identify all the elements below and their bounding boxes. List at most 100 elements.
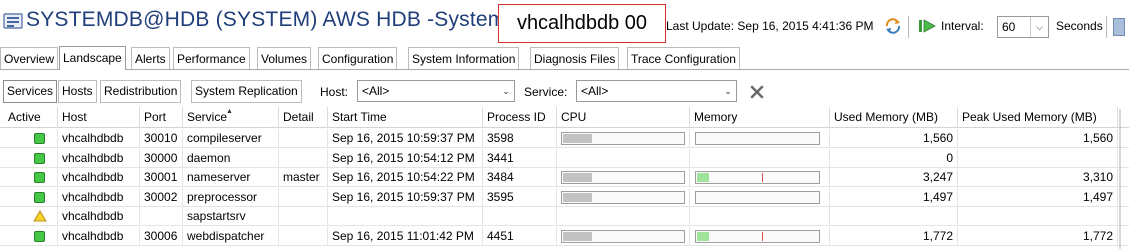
service-filter-label: Service: bbox=[524, 85, 568, 99]
table-row[interactable]: vhcalhdbdb 30010 compileserver Sep 16, 2015… bbox=[0, 129, 1129, 148]
table-row[interactable]: vhcalhdbdb 30001 nameserver master Sep 16, 2… bbox=[0, 168, 1129, 187]
memory-usage-fill bbox=[697, 173, 709, 182]
status-running-icon bbox=[34, 230, 45, 242]
cell-port: 30000 bbox=[140, 148, 183, 168]
cell-used-memory: 1,497 bbox=[830, 187, 958, 207]
chevron-down-icon[interactable]: ⌄ bbox=[720, 81, 736, 101]
memory-usage-bar bbox=[695, 171, 820, 184]
column-header-process-id[interactable]: Process ID bbox=[483, 107, 557, 128]
cell-host: vhcalhdbdb bbox=[58, 187, 140, 207]
tab-diagnosis-files[interactable]: Diagnosis Files bbox=[530, 47, 620, 69]
table-header: Active Host Port Service Detail Start Ti… bbox=[0, 107, 1129, 128]
cell-peak-used-memory: 1,560 bbox=[958, 129, 1118, 148]
cell-cpu bbox=[557, 168, 690, 187]
cell-active bbox=[0, 168, 58, 187]
tab-trace-configuration[interactable]: Trace Configuration bbox=[627, 47, 740, 69]
service-filter-value: <All> bbox=[581, 84, 609, 98]
cell-used-memory bbox=[830, 207, 958, 226]
system-title: SYSTEMDB@HDB (SYSTEM) AWS HDB -SystemDB bbox=[26, 8, 536, 31]
memory-usage-fill bbox=[697, 231, 709, 241]
cpu-usage-fill bbox=[563, 231, 592, 241]
cell-detail bbox=[279, 129, 328, 148]
cpu-usage-bar bbox=[561, 190, 685, 204]
interval-select[interactable]: 60 ⌵ bbox=[997, 16, 1049, 38]
last-update-label: Last Update: bbox=[666, 19, 735, 33]
seconds-label: Seconds bbox=[1056, 19, 1103, 33]
cell-process-id bbox=[483, 207, 557, 226]
column-header-active[interactable]: Active bbox=[0, 107, 58, 128]
cell-used-memory: 3,247 bbox=[830, 168, 958, 187]
cell-port: 30006 bbox=[140, 226, 183, 246]
editor-title-bar: SYSTEMDB@HDB (SYSTEM) AWS HDB -SystemDB … bbox=[0, 0, 1129, 43]
cell-process-id: 3441 bbox=[483, 148, 557, 168]
column-header-detail[interactable]: Detail bbox=[279, 107, 328, 128]
cell-cpu bbox=[557, 129, 690, 148]
toolbar-separator bbox=[1106, 16, 1107, 38]
cell-start-time: Sep 16, 2015 10:59:37 PM bbox=[328, 129, 483, 148]
tab-system-information[interactable]: System Information bbox=[408, 47, 520, 69]
refresh-icon[interactable] bbox=[884, 17, 902, 35]
cell-process-id: 3598 bbox=[483, 129, 557, 148]
tab-volumes[interactable]: Volumes bbox=[257, 47, 312, 69]
column-header-used-memory[interactable]: Used Memory (MB) bbox=[830, 107, 958, 128]
table-row[interactable]: vhcalhdbdb sapstartsrv bbox=[0, 207, 1129, 226]
column-header-host[interactable]: Host bbox=[58, 107, 140, 128]
tab-performance[interactable]: Performance bbox=[173, 47, 250, 69]
subtab-system-replication[interactable]: System Replication bbox=[191, 80, 302, 103]
cell-cpu bbox=[557, 207, 690, 226]
cell-host: vhcalhdbdb bbox=[58, 207, 140, 226]
memory-usage-bar bbox=[695, 229, 820, 243]
status-running-icon bbox=[34, 152, 45, 164]
cell-cpu bbox=[557, 226, 690, 246]
cell-process-id: 3595 bbox=[483, 187, 557, 207]
column-header-cpu[interactable]: CPU bbox=[557, 107, 690, 128]
panel-toggle-icon[interactable] bbox=[1113, 18, 1125, 36]
cell-peak-used-memory: 3,310 bbox=[958, 168, 1118, 187]
cell-start-time bbox=[328, 207, 483, 226]
close-x-icon[interactable] bbox=[749, 84, 765, 100]
cell-start-time: Sep 16, 2015 10:54:22 PM bbox=[328, 168, 483, 187]
subtab-redistribution[interactable]: Redistribution bbox=[100, 80, 182, 103]
tab-overview[interactable]: Overview bbox=[0, 47, 59, 69]
tab-configuration[interactable]: Configuration bbox=[318, 47, 398, 69]
cell-host: vhcalhdbdb bbox=[58, 129, 140, 148]
column-header-port[interactable]: Port bbox=[140, 107, 183, 128]
cell-active bbox=[0, 187, 58, 207]
vertical-scrollbar[interactable] bbox=[1118, 109, 1128, 249]
table-row[interactable]: vhcalhdbdb 30006 webdispatcher Sep 16, 2015… bbox=[0, 226, 1129, 246]
table-row[interactable]: vhcalhdbdb 30000 daemon Sep 16, 2015 10:54:… bbox=[0, 148, 1129, 168]
cell-host: vhcalhdbdb bbox=[58, 168, 140, 187]
sort-ascending-icon: ▲ bbox=[226, 108, 233, 115]
cell-start-time: Sep 16, 2015 10:54:12 PM bbox=[328, 148, 483, 168]
cell-start-time: Sep 16, 2015 11:01:42 PM bbox=[328, 226, 483, 246]
tab-landscape[interactable]: Landscape bbox=[59, 46, 126, 70]
chevron-down-icon[interactable]: ⌵ bbox=[1030, 17, 1048, 37]
cell-service: compileserver bbox=[183, 129, 279, 148]
cell-active bbox=[0, 226, 58, 246]
table-row[interactable]: vhcalhdbdb 30002 preprocessor Sep 16, 2015 … bbox=[0, 187, 1129, 207]
cell-memory bbox=[690, 129, 830, 148]
subtab-services[interactable]: Services bbox=[3, 80, 58, 103]
cell-detail bbox=[279, 187, 328, 207]
cell-used-memory: 1,560 bbox=[830, 129, 958, 148]
host-filter-select[interactable]: <All> ⌄ bbox=[357, 80, 515, 102]
play-icon[interactable] bbox=[918, 19, 936, 33]
column-header-memory[interactable]: Memory bbox=[690, 107, 830, 128]
cpu-usage-fill bbox=[563, 173, 592, 182]
tab-alerts[interactable]: Alerts bbox=[131, 47, 170, 69]
cell-start-time: Sep 16, 2015 10:59:37 PM bbox=[328, 187, 483, 207]
cpu-usage-fill bbox=[563, 134, 592, 143]
memory-peak-marker bbox=[762, 173, 763, 182]
cpu-usage-bar bbox=[561, 229, 685, 243]
column-header-start-time[interactable]: Start Time bbox=[328, 107, 483, 128]
cpu-usage-bar bbox=[561, 171, 685, 184]
cell-port: 30001 bbox=[140, 168, 183, 187]
chevron-down-icon[interactable]: ⌄ bbox=[498, 81, 514, 101]
column-header-peak-used-memory[interactable]: Peak Used Memory (MB) bbox=[958, 107, 1118, 128]
cell-port bbox=[140, 207, 183, 226]
service-filter-select[interactable]: <All> ⌄ bbox=[576, 80, 737, 102]
cell-service: nameserver bbox=[183, 168, 279, 187]
database-system-icon bbox=[3, 13, 23, 29]
cell-service: sapstartsrv bbox=[183, 207, 279, 226]
subtab-hosts[interactable]: Hosts bbox=[58, 80, 97, 103]
